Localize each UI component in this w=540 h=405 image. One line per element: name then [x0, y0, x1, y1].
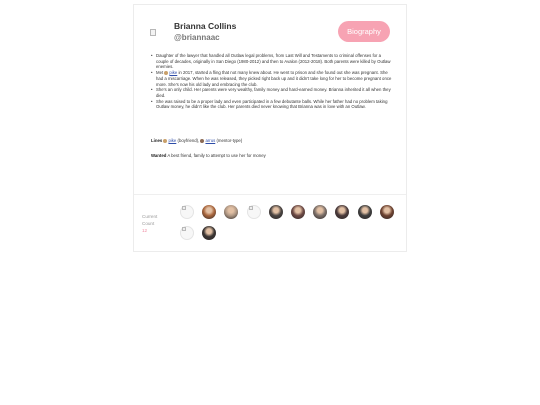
- bio-item: Met pike in 2017, started a fling that n…: [151, 70, 393, 87]
- avatar-5[interactable]: [268, 205, 283, 219]
- bio-item: Daughter of the lawyer that handled all …: [151, 53, 393, 70]
- avatar-4[interactable]: [246, 205, 261, 219]
- pike-link[interactable]: pike: [169, 70, 177, 75]
- avatar-1[interactable]: [180, 205, 194, 219]
- avatar-3[interactable]: [224, 205, 239, 219]
- profile-handle: @briannaac: [174, 33, 220, 42]
- profile-image-icon: [150, 29, 156, 36]
- avatar-9[interactable]: [357, 205, 372, 219]
- avatar-11[interactable]: [180, 226, 194, 240]
- lines-row: Lines pike (boyfriend), arrus (mentor-ty…: [151, 138, 243, 143]
- avatar-12[interactable]: [202, 226, 217, 240]
- current-count: Current Count 12: [142, 213, 164, 234]
- bio-item: She was raised to be a proper lady and e…: [151, 99, 393, 110]
- arrus-link[interactable]: arrus: [205, 138, 215, 143]
- profile-name: Brianna Collins: [174, 21, 237, 31]
- avatar-2[interactable]: [202, 205, 217, 219]
- current-count-value: 12: [142, 228, 148, 233]
- wanted-row: Wanted A best friend, family to attempt …: [151, 153, 266, 158]
- profile-card: Brianna Collins @briannaac Biography Dau…: [133, 4, 407, 252]
- pike-avatar-icon: [163, 138, 168, 143]
- divider: [134, 194, 406, 195]
- pike-link[interactable]: pike: [168, 138, 176, 143]
- bio-item: She's an only child. Her parents were ve…: [151, 87, 393, 98]
- avatar-7[interactable]: [313, 205, 328, 219]
- pike-avatar-icon: [164, 70, 169, 75]
- avatar-6[interactable]: [291, 205, 305, 219]
- arrus-avatar-icon: [200, 138, 205, 143]
- biography-button[interactable]: Biography: [338, 21, 390, 42]
- avatar-10[interactable]: [379, 205, 394, 219]
- biography-text: Daughter of the lawyer that handled all …: [151, 53, 393, 110]
- avatar-8[interactable]: [335, 205, 350, 219]
